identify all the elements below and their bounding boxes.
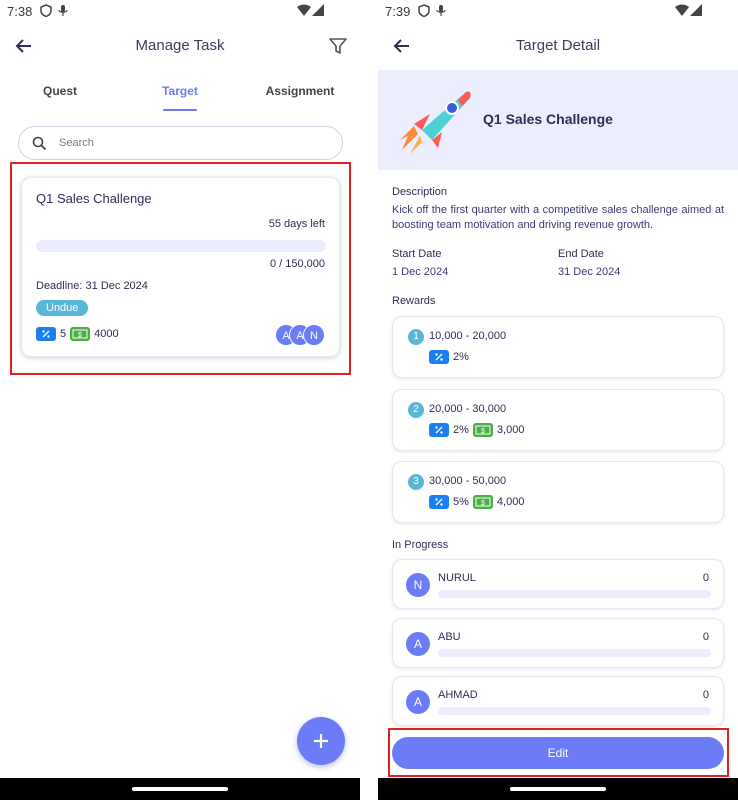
member-progress-card[interactable]: A AHMAD 0 [392, 676, 724, 726]
description-label: Description [392, 186, 448, 198]
svg-text:$: $ [481, 428, 485, 435]
tab-bar: Quest Target Assignment [0, 78, 360, 114]
signal-icon [312, 4, 324, 16]
tier-percent: 2% [453, 424, 469, 436]
search-input[interactable] [59, 134, 329, 152]
cash-icon: $ [472, 423, 493, 437]
tier-range: 30,000 - 50,000 [429, 475, 507, 487]
wifi-icon [297, 4, 311, 16]
tier-reward-row: 2% $ 3,000 [429, 423, 524, 437]
plus-icon [314, 734, 328, 748]
tier-reward-row: 2% [429, 350, 469, 364]
percent-icon [429, 423, 449, 437]
cash-icon: $ [472, 495, 493, 509]
member-value: 0 [702, 689, 709, 701]
avatar: N [406, 573, 430, 597]
search-icon [32, 136, 47, 151]
app-bar: Manage Task [0, 28, 360, 64]
tier-number: 2 [408, 402, 424, 418]
tier-number: 3 [408, 474, 424, 490]
tier-cash: 3,000 [496, 424, 525, 436]
tab-target[interactable]: Target [130, 84, 230, 98]
target-detail-screen: 7:39 Target Detail Q1 Sales Challenge De… [378, 0, 738, 800]
description-text: Kick off the first quarter with a compet… [392, 204, 724, 231]
search-box [18, 126, 343, 160]
microphone-icon [436, 5, 446, 16]
percent-icon [429, 495, 449, 509]
member-progress-card[interactable]: A ABU 0 [392, 618, 724, 668]
member-name: AHMAD [438, 689, 478, 701]
start-date-value: 1 Dec 2024 [392, 266, 449, 278]
percent-icon [429, 350, 449, 364]
rewards-label: Rewards [392, 295, 436, 307]
reward-tier-card: 3 30,000 - 50,000 5% $ 4,000 [392, 461, 724, 523]
status-bar: 7:39 [378, 0, 738, 22]
tier-range: 10,000 - 20,000 [429, 330, 507, 342]
signal-icon [690, 4, 702, 16]
end-date-value: 31 Dec 2024 [558, 266, 621, 278]
wifi-icon [675, 4, 689, 16]
microphone-icon [58, 5, 68, 16]
tab-quest[interactable]: Quest [10, 84, 110, 98]
member-progress-bar [438, 590, 711, 598]
tier-percent: 5% [453, 496, 469, 508]
tier-range: 20,000 - 30,000 [429, 403, 507, 415]
page-title: Target Detail [515, 37, 601, 54]
tier-percent: 2% [453, 351, 469, 363]
highlight-box-target-card [10, 162, 351, 375]
shield-icon [418, 4, 430, 17]
home-gesture-pill[interactable] [510, 787, 606, 791]
page-title: Manage Task [135, 37, 225, 54]
manage-task-screen: 7:38 Manage Task Quest Target Assignment… [0, 0, 360, 800]
status-time: 7:38 [7, 4, 33, 19]
tier-number: 1 [408, 329, 424, 345]
reward-tier-card: 2 20,000 - 30,000 2% $ 3,000 [392, 389, 724, 451]
system-nav-bar [378, 778, 738, 800]
app-bar: Target Detail [378, 28, 738, 64]
target-title: Q1 Sales Challenge [483, 111, 613, 127]
rocket-icon [400, 91, 471, 154]
add-target-button[interactable] [297, 717, 345, 765]
member-name: ABU [438, 631, 461, 643]
avatar: A [406, 632, 430, 656]
status-bar: 7:38 [0, 0, 360, 22]
tab-assignment[interactable]: Assignment [250, 84, 350, 98]
tier-cash: 4,000 [496, 496, 525, 508]
member-progress-bar [438, 707, 711, 715]
member-progress-bar [438, 649, 711, 657]
status-time: 7:39 [385, 4, 411, 19]
member-progress-card[interactable]: N NURUL 0 [392, 559, 724, 609]
avatar: A [406, 690, 430, 714]
reward-tier-card: 1 10,000 - 20,000 2% [392, 316, 724, 378]
home-gesture-pill[interactable] [132, 787, 228, 791]
start-date-label: Start Date [392, 248, 442, 260]
filter-icon[interactable] [328, 36, 348, 56]
shield-icon [40, 4, 52, 17]
system-nav-bar [0, 778, 360, 800]
svg-text:$: $ [481, 500, 485, 507]
tier-reward-row: 5% $ 4,000 [429, 495, 524, 509]
active-tab-indicator [163, 109, 197, 111]
in-progress-label: In Progress [392, 539, 449, 551]
member-value: 0 [702, 572, 709, 584]
member-name: NURUL [438, 572, 476, 584]
target-header: Q1 Sales Challenge [378, 70, 738, 170]
highlight-box-edit-button [388, 728, 729, 777]
end-date-label: End Date [558, 248, 604, 260]
member-value: 0 [702, 631, 709, 643]
